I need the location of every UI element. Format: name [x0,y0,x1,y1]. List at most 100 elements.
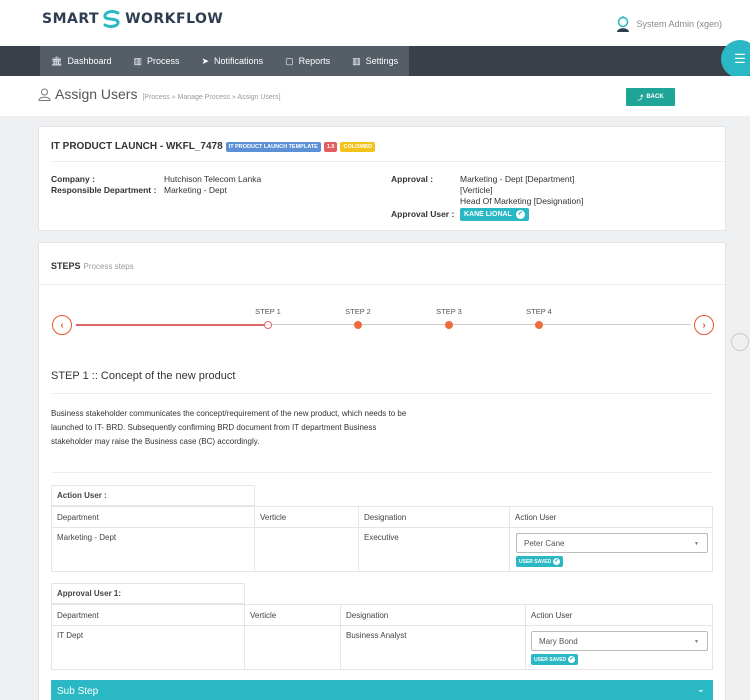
step-description: Business stakeholder communicates the co… [51,409,407,446]
approval-user-chip-wrap: KANE LIONAL ✔ [458,208,529,221]
back-label: BACK [646,94,664,100]
cell-verticle [255,527,359,571]
page-title: Assign Users [55,86,138,102]
nav-item-notifications[interactable]: ➤ Notifications [191,46,275,76]
col-header: Action User [515,513,557,522]
prev-step-button[interactable]: ‹ [52,315,72,335]
nav-item-process[interactable]: ▥ Process [122,46,190,76]
sub-step-accordion[interactable]: Sub Step ⌄ [51,680,713,700]
approval-user-select[interactable]: Mary Bond ▼ [531,631,708,651]
nav-label: Settings [365,56,399,66]
process-title-row: IT PRODUCT LAUNCH - WKFL_7478 IT PRODUCT… [51,141,376,152]
user-menu[interactable]: System Admin (xgen) [616,16,722,32]
check-circle-icon: ✔ [515,210,525,219]
col-header: Department [52,507,255,527]
col-header: Department [52,605,245,625]
dept-value: Marketing - Dept [164,185,227,195]
step-3-dot[interactable] [445,321,453,329]
col-header: Verticle [245,605,341,625]
template-badge: IT PRODUCT LAUNCH TEMPLATE [225,141,321,152]
step-4-label: STEP 4 [526,307,552,316]
action-user-select[interactable]: Peter Cane ▼ [516,533,708,553]
col-header: Designation [359,507,510,527]
logo-text-right: WORKFLOW [125,11,224,27]
user-saved-badge: USER SAVED ✔ [516,556,564,567]
step-3-label: STEP 3 [436,307,462,316]
check-circle-icon: ✔ [568,656,576,663]
table-header-row: Department Verticle Designation Action U… [51,604,713,626]
approval-user-table: Approval User 1: Department Verticle Des… [51,583,713,673]
page-title-group: Assign Users [Process » Manage Process »… [38,86,281,102]
back-button[interactable]: ⤴ BACK [626,88,675,106]
logo-text-left: SMART [42,11,100,27]
progress-track-remaining [271,324,691,325]
app-logo[interactable]: SMART WORKFLOW [42,9,223,29]
nav-items: 🏛 Dashboard ▥ Process ➤ Notifications ▢ … [40,46,410,76]
step-1-label: STEP 1 [255,307,281,316]
caret-down-icon: ▼ [694,541,699,547]
steps-heading: STEPS Process steps [51,261,134,271]
cell-department: Marketing - Dept [52,527,255,571]
nav-item-settings[interactable]: ▥ Settings [341,46,409,76]
file-icon: ▢ [285,55,294,66]
version-badge: 1.0 [323,141,338,152]
approval-user-label: Approval User : [391,209,455,219]
company-value: Hutchison Telecom Lanka [164,174,262,184]
sub-step-label: Sub Step [57,685,99,697]
dept-label: Responsible Department : [51,185,157,195]
col-header: Action User [531,611,573,620]
nav-label: Dashboard [67,56,112,66]
col-header: Designation [341,605,526,625]
nav-item-dashboard[interactable]: 🏛 Dashboard [40,46,122,76]
step-4-dot[interactable] [535,321,543,329]
approval-user-name: KANE LIONAL [464,211,512,218]
next-step-button[interactable]: › [694,315,714,335]
table-caption: Action User : [51,485,255,506]
breadcrumb: [Process » Manage Process » Assign Users… [142,94,281,101]
step-2-label: STEP 2 [345,307,371,316]
approval-line-2: [Verticle] [460,185,493,195]
nav-label: Reports [298,56,331,66]
table-caption: Approval User 1: [51,583,245,604]
logo-swoosh-icon [103,10,120,28]
approval-value: Marketing - Dept [Department] [Verticle]… [460,174,583,207]
nav-item-reports[interactable]: ▢ Reports [274,46,341,76]
approval-user-chip[interactable]: KANE LIONAL ✔ [460,208,529,221]
steps-card: STEPS Process steps ‹ STEP 1 STEP 2 STEP … [38,242,726,700]
back-arrow-icon: ⤴ [637,95,644,102]
company-label: Company : [51,174,95,184]
avatar-icon [617,16,630,32]
cell-designation: Executive [359,527,510,571]
chevron-down-icon: ⌄ [696,684,705,695]
approval-line-3: Head Of Marketing [Designation] [460,196,584,206]
step-2-dot[interactable] [354,321,362,329]
divider [51,472,713,473]
chevron-left-icon: ‹ [60,319,64,331]
table-header-row: Department Verticle Designation Action U… [51,506,713,528]
hamburger-icon: ☰ [734,51,746,66]
progress-track-done [76,324,268,326]
scroll-hint-circle [731,333,749,351]
check-circle-icon: ✔ [553,558,561,565]
user-icon [38,88,51,101]
bar-chart-icon: ▥ [133,55,142,66]
send-icon: ➤ [201,55,210,66]
process-info-card: IT PRODUCT LAUNCH - WKFL_7478 IT PRODUCT… [38,126,726,231]
cell-department: IT Dept [52,625,245,669]
cell-verticle [245,625,341,669]
location-badge: COLOMBO [340,141,376,152]
top-header: SMART WORKFLOW System Admin (xgen) [0,0,750,46]
user-saved-badge: USER SAVED ✔ [531,654,579,665]
action-user-table: Action User : Department Verticle Design… [51,485,713,575]
steps-title: STEPS [51,261,81,271]
bar-chart-icon: ▥ [352,55,361,66]
current-step-title: STEP 1 :: Concept of the new product [51,370,236,382]
page-header: Assign Users [Process » Manage Process »… [0,76,750,116]
chevron-right-icon: › [702,319,706,331]
step-1-dot[interactable] [264,321,272,329]
selected-user: Mary Bond [539,636,578,646]
process-title: IT PRODUCT LAUNCH - WKFL_7478 [51,141,223,152]
approval-label: Approval : [391,174,434,184]
col-header: Verticle [255,507,359,527]
user-name: System Admin (xgen) [636,19,722,29]
